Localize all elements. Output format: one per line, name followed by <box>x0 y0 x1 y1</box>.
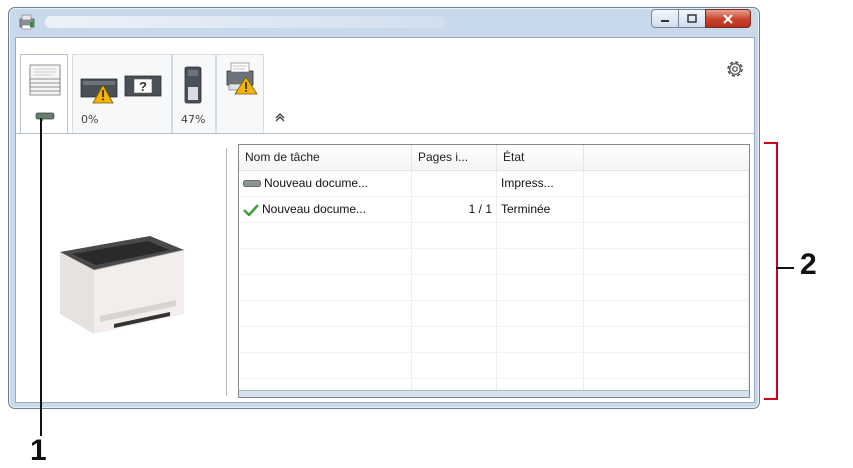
toner-warning-icon: ? <box>80 75 162 104</box>
column-header-status[interactable]: État <box>497 145 584 170</box>
device-warning-icon <box>226 62 258 95</box>
callout-pointer-1 <box>40 118 42 436</box>
tab-jobs[interactable] <box>20 54 68 134</box>
title-bar <box>9 8 759 36</box>
horizontal-scrollbar[interactable] <box>239 390 749 397</box>
table-row-empty <box>239 223 749 249</box>
job-status: Terminée <box>497 197 584 222</box>
callout-tick-2 <box>776 267 794 269</box>
maximize-icon <box>687 13 697 23</box>
column-header-job-name[interactable]: Nom de tâche <box>239 145 412 170</box>
paper-level-label: 47% <box>181 113 206 126</box>
tab-paper[interactable]: 47% <box>172 54 216 134</box>
printer-preview <box>16 135 226 400</box>
table-row-empty <box>239 249 749 275</box>
minimize-icon <box>661 19 669 22</box>
svg-text:?: ? <box>139 79 147 94</box>
close-button[interactable] <box>705 9 751 28</box>
print-queue-icon <box>29 64 61 96</box>
table-row-empty <box>239 327 749 353</box>
job-name: Nouveau docume... <box>262 202 367 216</box>
column-header-empty <box>584 145 749 170</box>
toner-level-label: 0% <box>81 113 99 126</box>
table-row-empty <box>239 301 749 327</box>
printer-image <box>60 236 185 334</box>
job-list-header: Nom de tâche Pages i... État <box>239 145 749 171</box>
tab-device[interactable] <box>216 54 264 134</box>
window-title <box>45 16 445 28</box>
client-area: ? 0% 47% Nom de tâche Pages i... État No… <box>15 37 755 403</box>
checkmark-icon <box>243 203 259 216</box>
printer-app-icon <box>19 14 35 30</box>
column-header-pages[interactable]: Pages i... <box>412 145 497 170</box>
job-list[interactable]: Nom de tâche Pages i... État Nouveau doc… <box>238 144 750 398</box>
table-row-empty <box>239 353 749 379</box>
callout-label-1: 1 <box>30 434 47 467</box>
chevron-up-icon[interactable] <box>274 112 286 124</box>
callout-label-2: 2 <box>800 248 817 281</box>
minimize-button[interactable] <box>651 9 679 28</box>
close-icon <box>723 13 733 24</box>
job-status: Impress... <box>497 171 584 196</box>
callout-bracket-2 <box>764 142 778 400</box>
job-pages: 1 / 1 <box>412 197 497 222</box>
table-row-empty <box>239 275 749 301</box>
status-tabs: ? 0% 47% <box>16 38 754 134</box>
gear-icon[interactable] <box>724 58 746 80</box>
in-progress-icon <box>243 180 261 188</box>
in-progress-icon <box>35 112 55 121</box>
job-name: Nouveau docume... <box>264 176 369 190</box>
status-monitor-window: ? 0% 47% Nom de tâche Pages i... État No… <box>8 7 760 409</box>
table-row[interactable]: Nouveau docume... Impress... <box>239 171 749 197</box>
tab-toner[interactable]: ? 0% <box>72 54 172 134</box>
table-row[interactable]: Nouveau docume... 1 / 1 Terminée <box>239 197 749 223</box>
maximize-button[interactable] <box>678 9 706 28</box>
paper-gauge-icon <box>184 66 202 104</box>
job-pages <box>412 171 497 196</box>
